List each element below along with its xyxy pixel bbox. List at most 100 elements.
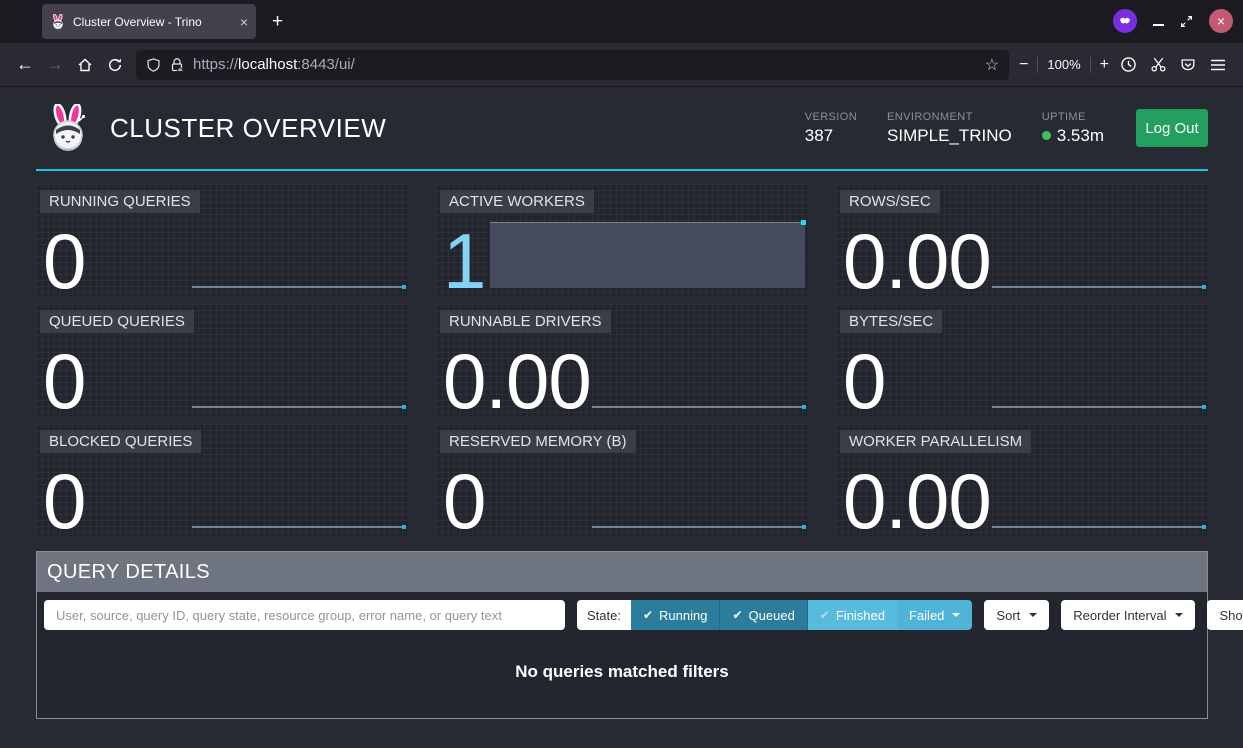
zoom-out-button[interactable]: − bbox=[1019, 56, 1028, 74]
query-details-title: QUERY DETAILS bbox=[37, 552, 1207, 592]
stat-value: 1 bbox=[443, 212, 485, 296]
sort-label: Sort bbox=[996, 608, 1020, 623]
zoom-controls: − 100% + bbox=[1019, 56, 1109, 74]
new-tab-button[interactable]: + bbox=[272, 11, 283, 33]
stat-value: 0 bbox=[43, 212, 85, 296]
browser-tab[interactable]: Cluster Overview - Trino × bbox=[42, 4, 256, 39]
sparkline-area bbox=[490, 222, 805, 288]
stat-value: 0 bbox=[443, 452, 485, 536]
state-running-button[interactable]: ✔ Running bbox=[631, 600, 721, 630]
stat-label: ACTIVE WORKERS bbox=[440, 190, 594, 213]
browser-tab-bar: Cluster Overview - Trino × + × bbox=[0, 0, 1243, 43]
meta-value: 387 bbox=[805, 126, 857, 146]
zoom-level[interactable]: 100% bbox=[1047, 57, 1080, 72]
stat-label: QUEUED QUERIES bbox=[40, 310, 194, 333]
state-filter-group: State: ✔ Running ✔ Queued ✔ Finished Fa bbox=[577, 600, 972, 630]
tab-title: Cluster Overview - Trino bbox=[73, 15, 233, 29]
sparkline bbox=[192, 526, 405, 528]
shield-icon[interactable] bbox=[146, 57, 161, 73]
empty-results-message: No queries matched filters bbox=[515, 662, 729, 682]
meta-label: UPTIME bbox=[1042, 111, 1104, 123]
forward-icon: → bbox=[40, 50, 70, 80]
stats-grid: RUNNING QUERIES 0 ACTIVE WORKERS 1 ROWS/… bbox=[36, 184, 1208, 536]
meta-label: ENVIRONMENT bbox=[887, 111, 1012, 123]
url-bar[interactable]: https://localhost:8443/ui/ ☆ bbox=[136, 50, 1009, 80]
trino-favicon-icon bbox=[50, 14, 66, 30]
sort-dropdown[interactable]: Sort bbox=[984, 600, 1049, 630]
trino-logo-icon bbox=[44, 104, 92, 152]
state-queued-button[interactable]: ✔ Queued bbox=[720, 600, 807, 630]
uptime-status-dot bbox=[1042, 131, 1051, 140]
stat-label: WORKER PARALLELISM bbox=[840, 430, 1031, 453]
url-host: localhost bbox=[238, 56, 297, 73]
stat-tile-bytes-sec: BYTES/SEC 0 bbox=[836, 304, 1208, 416]
stat-value: 0 bbox=[43, 452, 85, 536]
state-failed-label: Failed bbox=[909, 608, 944, 623]
history-clock-icon[interactable] bbox=[1113, 50, 1143, 80]
state-queued-label: Queued bbox=[749, 608, 795, 623]
browser-navbar: ← → https://localhost:8443/ui/ ☆ bbox=[0, 43, 1243, 87]
sparkline bbox=[192, 406, 405, 408]
stat-value: 0.00 bbox=[843, 212, 991, 296]
stat-value: 0.00 bbox=[443, 332, 591, 416]
url-path: :8443/ui/ bbox=[297, 56, 355, 73]
state-failed-dropdown[interactable]: Failed bbox=[897, 600, 972, 630]
state-filter-label: State: bbox=[577, 600, 631, 630]
page-title: CLUSTER OVERVIEW bbox=[110, 113, 386, 144]
sparkline bbox=[992, 406, 1205, 408]
stat-value: 0 bbox=[43, 332, 85, 416]
chevron-down-icon bbox=[1175, 613, 1183, 617]
check-icon: ✔ bbox=[820, 608, 830, 622]
minimize-button[interactable] bbox=[1153, 24, 1164, 26]
window-controls: × bbox=[1113, 9, 1233, 33]
pocket-icon[interactable] bbox=[1173, 50, 1203, 80]
stat-tile-running-queries: RUNNING QUERIES 0 bbox=[36, 184, 408, 296]
query-search-input[interactable] bbox=[44, 600, 565, 630]
stat-label: RESERVED MEMORY (B) bbox=[440, 430, 636, 453]
zoom-in-button[interactable]: + bbox=[1100, 56, 1109, 74]
separator bbox=[1037, 57, 1038, 73]
stat-tile-runnable-drivers: RUNNABLE DRIVERS 0.00 bbox=[436, 304, 808, 416]
url-text[interactable]: https://localhost:8443/ui/ bbox=[193, 56, 977, 73]
stat-label: ROWS/SEC bbox=[840, 190, 940, 213]
stat-tile-worker-parallelism: WORKER PARALLELISM 0.00 bbox=[836, 424, 1208, 536]
query-details-section: QUERY DETAILS State: ✔ Running ✔ Queued … bbox=[36, 551, 1208, 719]
stat-label: BLOCKED QUERIES bbox=[40, 430, 201, 453]
check-icon: ✔ bbox=[732, 608, 742, 622]
stat-value: 0 bbox=[843, 332, 885, 416]
stat-tile-rows-sec: ROWS/SEC 0.00 bbox=[836, 184, 1208, 296]
stat-label: RUNNING QUERIES bbox=[40, 190, 200, 213]
private-browsing-icon bbox=[1113, 9, 1137, 33]
screenshot-scissors-icon[interactable] bbox=[1143, 50, 1173, 80]
meta-label: VERSION bbox=[805, 111, 857, 123]
stat-label: RUNNABLE DRIVERS bbox=[440, 310, 611, 333]
state-finished-button[interactable]: ✔ Finished bbox=[808, 600, 897, 630]
cluster-meta: VERSION 387 ENVIRONMENT SIMPLE_TRINO UPT… bbox=[805, 111, 1104, 146]
stat-tile-reserved-memory: RESERVED MEMORY (B) 0 bbox=[436, 424, 808, 536]
stat-value: 0.00 bbox=[843, 452, 991, 536]
sparkline bbox=[192, 286, 405, 288]
back-icon[interactable]: ← bbox=[10, 50, 40, 80]
stat-tile-blocked-queries: BLOCKED QUERIES 0 bbox=[36, 424, 408, 536]
menu-hamburger-icon[interactable] bbox=[1203, 50, 1233, 80]
close-button[interactable]: × bbox=[1209, 9, 1233, 33]
logout-button[interactable]: Log Out bbox=[1136, 109, 1208, 147]
bookmark-star-icon[interactable]: ☆ bbox=[985, 55, 999, 75]
sparkline bbox=[992, 286, 1205, 288]
tab-close-icon[interactable]: × bbox=[240, 14, 248, 30]
stat-tile-queued-queries: QUEUED QUERIES 0 bbox=[36, 304, 408, 416]
reorder-interval-dropdown[interactable]: Reorder Interval bbox=[1061, 600, 1195, 630]
sparkline bbox=[592, 406, 805, 408]
uptime-value: 3.53m bbox=[1057, 126, 1104, 146]
query-filter-toolbar: State: ✔ Running ✔ Queued ✔ Finished Fa bbox=[37, 592, 1207, 638]
sparkline bbox=[992, 526, 1205, 528]
maximize-button[interactable] bbox=[1180, 15, 1193, 28]
stat-label: BYTES/SEC bbox=[840, 310, 942, 333]
home-icon[interactable] bbox=[70, 50, 100, 80]
reload-icon[interactable] bbox=[100, 50, 130, 80]
page-header: CLUSTER OVERVIEW VERSION 387 ENVIRONMENT… bbox=[36, 87, 1208, 171]
show-dropdown[interactable]: Show bbox=[1207, 600, 1243, 630]
show-label: Show bbox=[1219, 608, 1243, 623]
lock-warning-icon[interactable] bbox=[169, 57, 185, 73]
separator bbox=[1090, 57, 1091, 73]
